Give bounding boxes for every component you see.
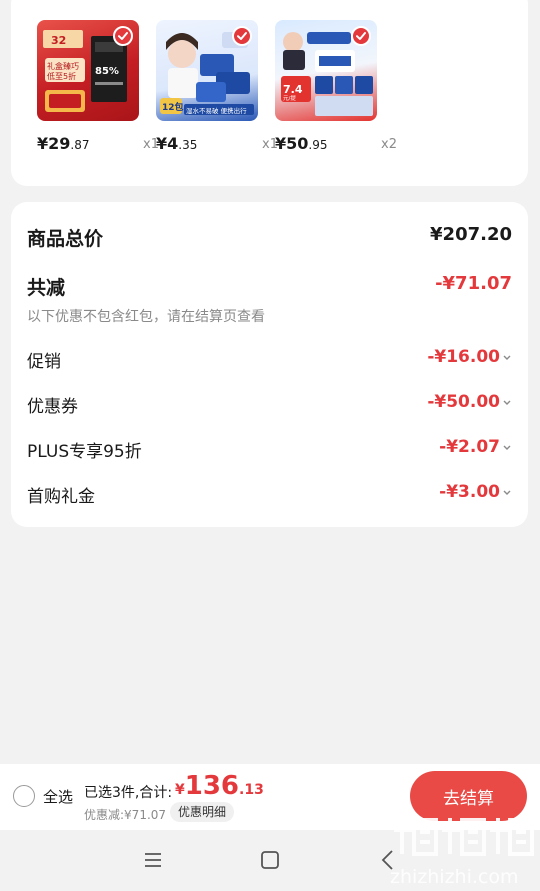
product-item[interactable]: 12包 湿水不易破 便携出行 <box>156 20 258 121</box>
site-watermark: zhizhizhi.com <box>390 818 534 888</box>
product-item[interactable]: 7.4 元/提 <box>275 20 377 121</box>
selected-check-icon[interactable] <box>232 26 252 46</box>
discount-total-text: 优惠减:¥71.07 <box>84 808 167 822</box>
discount-label: 优惠券 <box>27 397 78 417</box>
discount-value[interactable]: -¥16.00 <box>427 347 512 367</box>
total-price-label: 商品总价 <box>27 228 104 250</box>
product-thumbnail[interactable]: 12包 湿水不易破 便携出行 <box>156 20 258 121</box>
menu-icon[interactable] <box>143 850 163 870</box>
total-price-value: ¥207.20 <box>430 224 512 245</box>
chevron-down-icon <box>503 400 511 405</box>
product-item[interactable]: 32 礼盒臻巧 低至5折 85% <box>37 20 139 121</box>
chevron-down-icon <box>503 490 511 495</box>
select-all-label[interactable]: 全选 <box>43 786 73 807</box>
product-price: ¥4.35 <box>156 134 198 153</box>
product-price-row: ¥29.87 x1 <box>37 134 159 156</box>
total-reduce-label: 共减 <box>27 277 66 299</box>
product-thumbnail[interactable]: 32 礼盒臻巧 低至5折 85% <box>37 20 139 121</box>
total-reduce-value: -¥71.07 <box>435 273 512 294</box>
discount-row-first-purchase[interactable]: 首购礼金 -¥3.00 <box>27 482 512 507</box>
discount-label: PLUS专享95折 <box>27 442 142 462</box>
cart-products-card: 32 礼盒臻巧 低至5折 85% ¥29.87 x1 12包 湿水不易破 便携出… <box>11 0 528 186</box>
select-all-radio-circle-icon[interactable] <box>13 785 35 807</box>
discount-value[interactable]: -¥3.00 <box>439 482 512 502</box>
selected-check-icon[interactable] <box>113 26 133 46</box>
discount-label: 首购礼金 <box>27 487 95 507</box>
svg-text:元/提: 元/提 <box>283 94 296 102</box>
product-quantity: x2 <box>381 137 397 152</box>
svg-text:礼盒臻巧: 礼盒臻巧 <box>47 61 79 71</box>
discount-value[interactable]: -¥50.00 <box>427 392 512 412</box>
discount-note: 以下优惠不包含红包，请在结算页查看 <box>27 309 265 325</box>
discount-detail-button[interactable]: 优惠明细 <box>170 802 235 822</box>
chevron-down-icon <box>503 445 511 450</box>
home-icon[interactable] <box>260 850 280 870</box>
product-thumbnail[interactable]: 7.4 元/提 <box>275 20 377 121</box>
svg-text:12包: 12包 <box>162 101 184 113</box>
discount-label: 促销 <box>27 352 61 372</box>
svg-text:32: 32 <box>51 34 66 47</box>
selected-count-text: 已选3件,合计: <box>84 785 173 801</box>
discount-row-coupon[interactable]: 优惠券 -¥50.00 <box>27 392 512 417</box>
total-amount: ¥ 136 .13 <box>175 771 264 801</box>
product-price: ¥29.87 <box>37 134 90 153</box>
svg-text:7.4: 7.4 <box>283 83 303 96</box>
svg-text:zhizhizhi.com: zhizhizhi.com <box>390 866 519 888</box>
price-summary-card: 商品总价 ¥207.20 共减 -¥71.07 以下优惠不包含红包，请在结算页查… <box>11 202 528 527</box>
total-price-row: 商品总价 ¥207.20 <box>27 224 512 250</box>
svg-text:湿水不易破 便携出行: 湿水不易破 便携出行 <box>186 106 247 115</box>
chevron-down-icon <box>503 355 511 360</box>
discount-row-plus[interactable]: PLUS专享95折 -¥2.07 <box>27 437 512 462</box>
product-price-row: ¥50.95 x2 <box>275 134 397 156</box>
svg-text:85%: 85% <box>95 66 119 77</box>
product-price: ¥50.95 <box>275 134 328 153</box>
svg-text:低至5折: 低至5折 <box>47 71 76 81</box>
discount-row-promotion[interactable]: 促销 -¥16.00 <box>27 347 512 372</box>
total-reduce-row: 共减 -¥71.07 <box>27 273 512 299</box>
selected-check-icon[interactable] <box>351 26 371 46</box>
product-price-row: ¥4.35 x1 <box>156 134 278 156</box>
discount-value[interactable]: -¥2.07 <box>439 437 512 457</box>
